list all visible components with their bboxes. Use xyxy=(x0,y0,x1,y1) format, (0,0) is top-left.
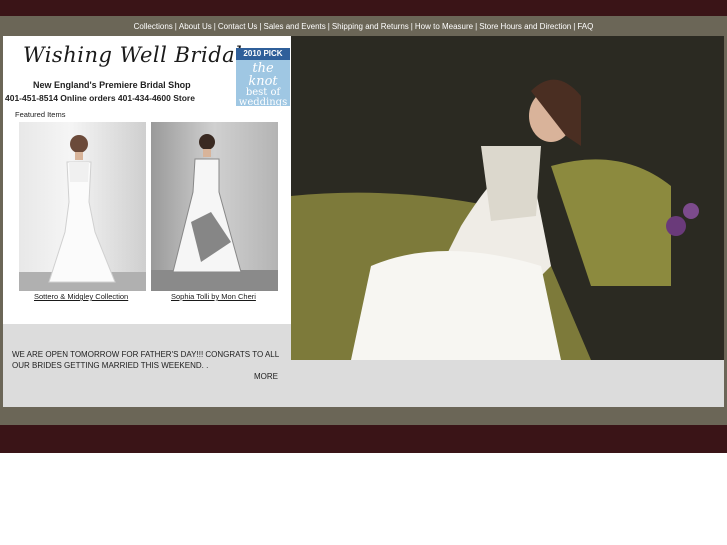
badge-year: 2010 PICK xyxy=(236,48,290,60)
hero-image xyxy=(291,36,724,360)
top-navigation: Collections | About Us | Contact Us | Sales an… xyxy=(0,16,727,35)
nav-link-sales-events[interactable]: Sales and Events xyxy=(264,22,326,31)
featured-caption-2[interactable]: Sophia Tolli by Mon Cheri xyxy=(171,292,256,301)
badge-name: the knot xyxy=(248,61,278,89)
featured-items-heading: Featured Items xyxy=(15,110,66,119)
top-band xyxy=(0,0,727,16)
nav-links: Collections | About Us | Contact Us | Sales an… xyxy=(134,18,594,36)
brand-tagline: New England's Premiere Bridal Shop xyxy=(33,80,191,90)
the-knot-badge: 2010 PICK the knot best of weddings xyxy=(236,48,290,106)
nav-link-contact-us[interactable]: Contact Us xyxy=(218,22,258,31)
news-text: WE ARE OPEN TOMORROW FOR FATHER'S DAY!!!… xyxy=(12,350,279,370)
featured-dress-image-1[interactable] xyxy=(19,122,146,291)
more-link[interactable]: MORE xyxy=(254,372,278,381)
footer-bar xyxy=(0,407,727,425)
featured-caption-1[interactable]: Sottero & Midgley Collection xyxy=(34,292,128,301)
nav-link-faq[interactable]: FAQ xyxy=(577,22,593,31)
nav-link-about-us[interactable]: About Us xyxy=(179,22,212,31)
hero-bride-graphic xyxy=(291,36,724,360)
site-logo[interactable]: Wishing Well Bridal xyxy=(23,43,242,67)
content-filler-panel xyxy=(291,360,724,407)
nav-link-shipping-returns[interactable]: Shipping and Returns xyxy=(332,22,409,31)
bottom-band xyxy=(0,425,727,453)
badge-line2: weddings xyxy=(238,97,288,107)
featured-dress-image-2[interactable] xyxy=(151,122,278,291)
nav-link-how-to-measure[interactable]: How to Measure xyxy=(415,22,473,31)
nav-link-store-hours[interactable]: Store Hours and Direction xyxy=(479,22,571,31)
bride-photo-graphic xyxy=(151,134,278,291)
nav-link-collections[interactable]: Collections xyxy=(134,22,173,31)
bride-photo-graphic xyxy=(19,135,146,291)
contact-phones: 401-451-8514 Online orders 401-434-4600 … xyxy=(5,93,195,103)
